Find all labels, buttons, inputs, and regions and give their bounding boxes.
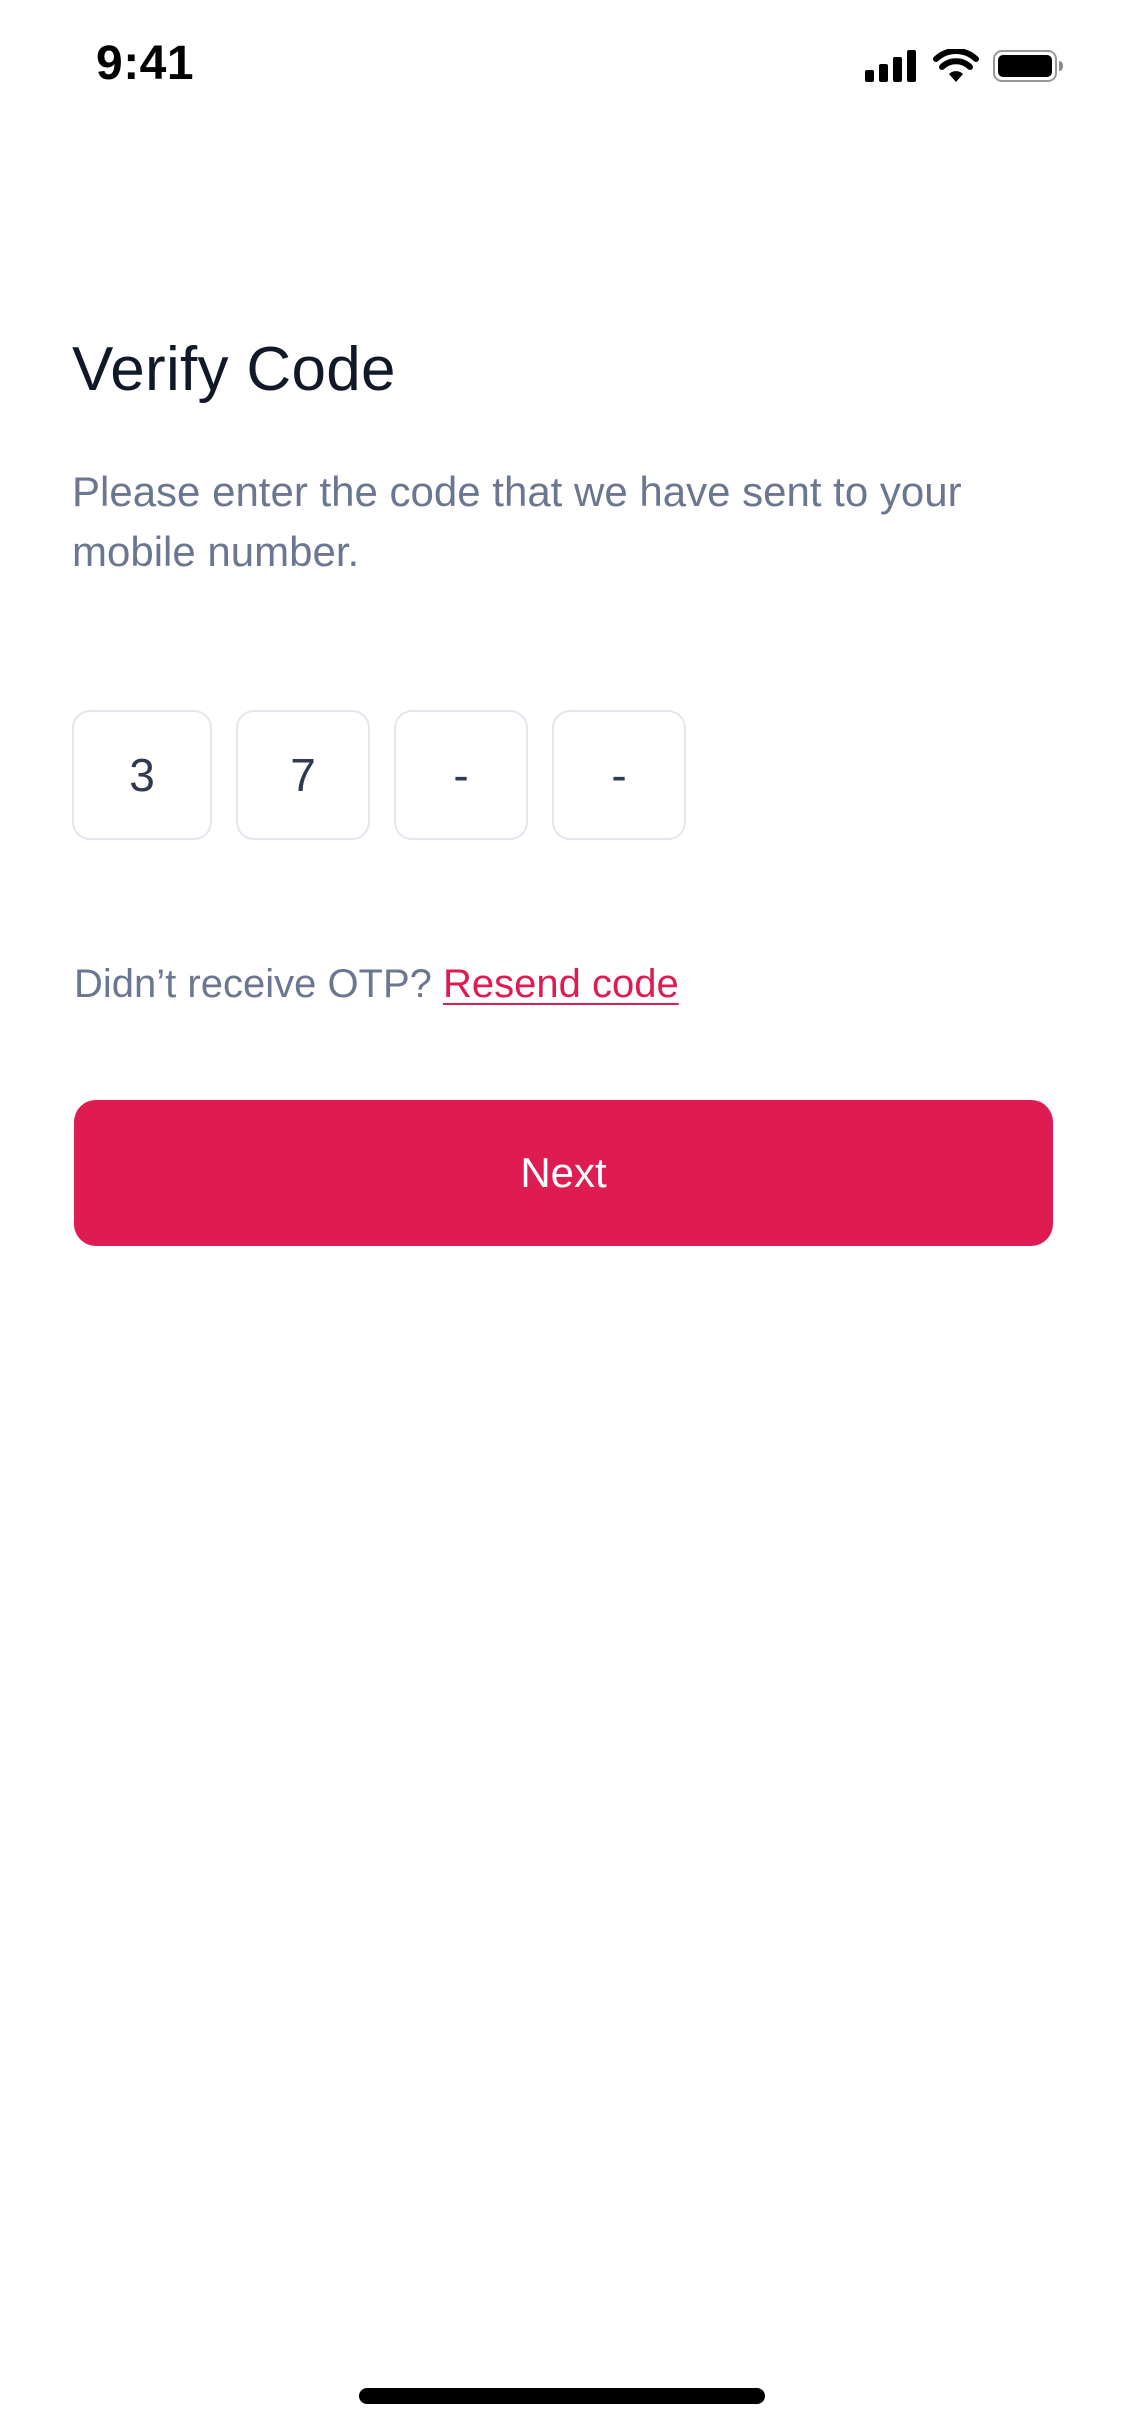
otp-digit-3[interactable]: - bbox=[394, 710, 528, 840]
otp-input-group: 3 7 - - bbox=[72, 710, 686, 840]
page-subtitle: Please enter the code that we have sent … bbox=[72, 468, 962, 575]
status-time: 9:41 bbox=[96, 37, 195, 90]
verify-content: Verify Code Please enter the code that w… bbox=[72, 330, 1052, 582]
otp-digit-2[interactable]: 7 bbox=[236, 710, 370, 840]
next-button[interactable]: Next bbox=[74, 1100, 1053, 1246]
resend-prompt: Didn’t receive OTP? bbox=[74, 962, 444, 1006]
cellular-signal-icon bbox=[865, 50, 919, 82]
page-title: Verify Code bbox=[72, 335, 396, 404]
resend-row: Didn’t receive OTP? Resend code bbox=[74, 958, 679, 1010]
otp-digit-4[interactable]: - bbox=[552, 710, 686, 840]
otp-digit-1[interactable]: 3 bbox=[72, 710, 212, 840]
status-bar: 9:41 bbox=[0, 0, 1125, 132]
battery-icon bbox=[993, 49, 1065, 83]
resend-code-link[interactable]: Resend code bbox=[443, 962, 679, 1006]
wifi-icon bbox=[933, 49, 979, 83]
status-icons bbox=[865, 46, 1065, 86]
home-indicator bbox=[359, 2388, 765, 2404]
